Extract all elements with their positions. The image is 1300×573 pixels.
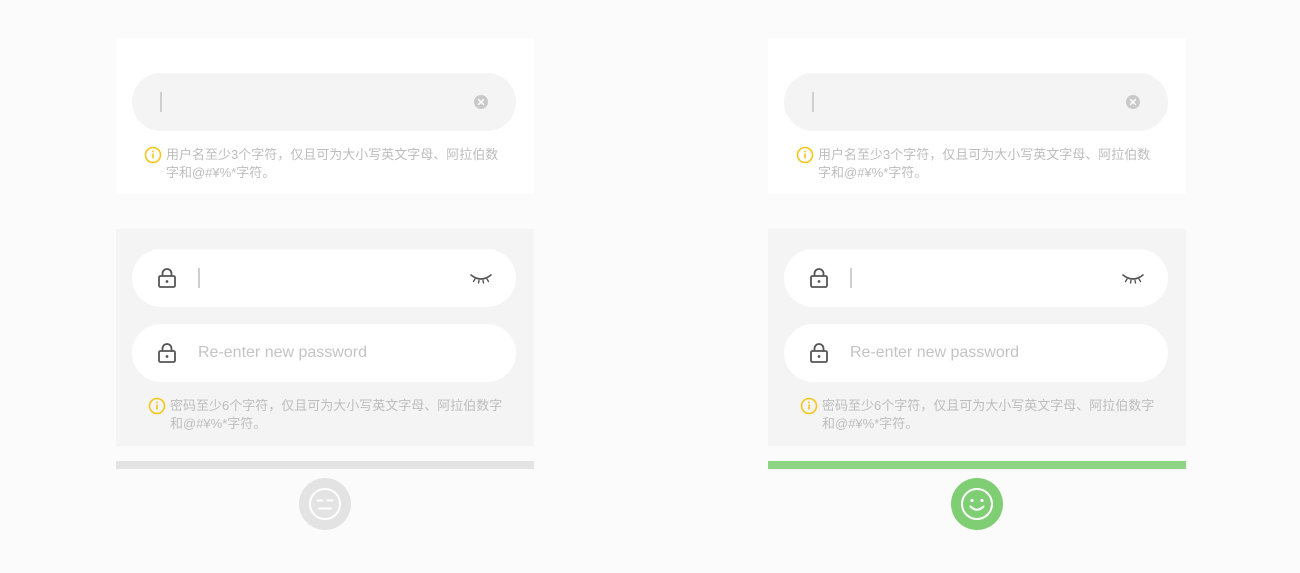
lock-icon: [810, 343, 828, 363]
username-card: 用户名至少3个字符，仅且可为大小写英文字母、阿拉伯数字和@#¥%*字符。: [116, 38, 534, 194]
info-icon: [144, 146, 162, 164]
password-strength-bar: [768, 461, 1186, 469]
password-hint-text: 密码至少6个字符，仅且可为大小写英文字母、阿拉伯数字和@#¥%*字符。: [170, 398, 503, 431]
username-hint-text: 用户名至少3个字符，仅且可为大小写英文字母、阿拉伯数字和@#¥%*字符。: [818, 147, 1151, 180]
lock-icon: [158, 343, 176, 363]
username-hint-text: 用户名至少3个字符，仅且可为大小写英文字母、阿拉伯数字和@#¥%*字符。: [166, 147, 499, 180]
password-input[interactable]: [132, 249, 516, 307]
eye-closed-icon[interactable]: [1122, 271, 1144, 285]
confirm-password-input[interactable]: Re-enter new password: [132, 324, 516, 382]
eye-closed-icon[interactable]: [470, 271, 492, 285]
clear-icon[interactable]: [474, 95, 488, 109]
confirm-password-placeholder: Re-enter new password: [198, 344, 367, 361]
text-caret: [160, 92, 162, 112]
confirm-password-input[interactable]: Re-enter new password: [784, 324, 1168, 382]
text-caret: [850, 268, 852, 288]
lock-icon: [810, 268, 828, 288]
password-hint-text: 密码至少6个字符，仅且可为大小写英文字母、阿拉伯数字和@#¥%*字符。: [822, 398, 1155, 431]
username-card: 用户名至少3个字符，仅且可为大小写英文字母、阿拉伯数字和@#¥%*字符。: [768, 38, 1186, 194]
smile-face-icon: [961, 488, 993, 520]
password-strength-bar: [116, 461, 534, 469]
neutral-face-badge: [299, 478, 351, 530]
lock-icon: [158, 268, 176, 288]
smile-face-badge: [951, 478, 1003, 530]
password-card: Re-enter new password 密码至少6个字符，仅且可为大小写英文…: [768, 229, 1186, 446]
confirm-password-placeholder: Re-enter new password: [850, 344, 1019, 361]
username-input[interactable]: [132, 73, 516, 131]
info-icon: [148, 397, 166, 415]
info-icon: [796, 146, 814, 164]
info-icon: [800, 397, 818, 415]
clear-icon[interactable]: [1126, 95, 1140, 109]
neutral-face-icon: [309, 488, 341, 520]
text-caret: [812, 92, 814, 112]
password-card: Re-enter new password 密码至少6个字符，仅且可为大小写英文…: [116, 229, 534, 446]
signup-form-success: 用户名至少3个字符，仅且可为大小写英文字母、阿拉伯数字和@#¥%*字符。 Re-…: [768, 0, 1186, 573]
signup-form-neutral: 用户名至少3个字符，仅且可为大小写英文字母、阿拉伯数字和@#¥%*字符。 Re-…: [116, 0, 534, 573]
username-input[interactable]: [784, 73, 1168, 131]
text-caret: [198, 268, 200, 288]
password-input[interactable]: [784, 249, 1168, 307]
